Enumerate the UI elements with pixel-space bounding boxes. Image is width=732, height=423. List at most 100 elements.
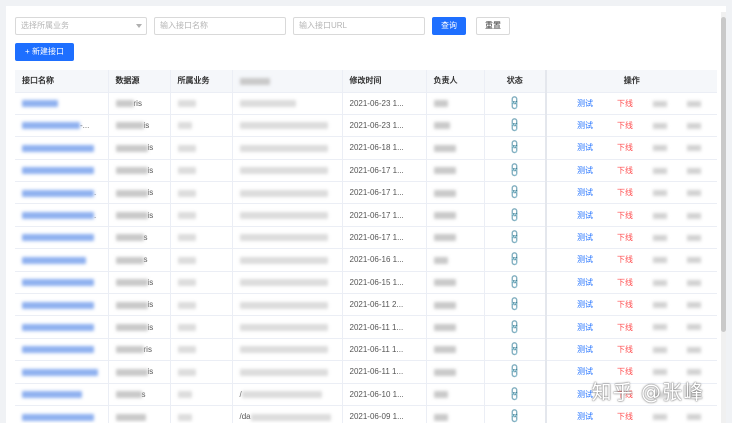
test-button[interactable]: 测试 — [577, 300, 593, 309]
delete-button[interactable] — [687, 100, 701, 107]
delete-button[interactable] — [687, 234, 701, 241]
link-icon[interactable]: 🔗 — [506, 229, 523, 246]
test-button[interactable]: 测试 — [577, 143, 593, 152]
test-button[interactable]: 测试 — [577, 390, 593, 399]
edit-button[interactable] — [653, 167, 667, 174]
link-icon[interactable]: 🔗 — [506, 117, 523, 134]
link-icon[interactable]: 🔗 — [506, 319, 523, 336]
link-icon[interactable]: 🔗 — [506, 274, 523, 291]
cell-name[interactable] — [15, 159, 109, 183]
edit-button[interactable] — [653, 369, 667, 376]
offline-button[interactable]: 下线 — [617, 412, 633, 421]
cell-status[interactable]: 🔗 — [484, 92, 547, 115]
delete-button[interactable] — [687, 302, 701, 309]
reset-button[interactable]: 重置 — [476, 17, 510, 35]
offline-button[interactable]: 下线 — [617, 278, 633, 287]
delete-button[interactable] — [687, 167, 701, 174]
vertical-scrollbar[interactable] — [721, 12, 726, 423]
cell-name[interactable] — [15, 338, 109, 362]
test-button[interactable]: 测试 — [577, 255, 593, 264]
edit-button[interactable] — [653, 279, 667, 286]
cell-name[interactable] — [15, 271, 109, 295]
link-icon[interactable]: 🔗 — [506, 341, 523, 358]
offline-button[interactable]: 下线 — [617, 323, 633, 332]
edit-button[interactable] — [653, 234, 667, 241]
link-icon[interactable]: 🔗 — [506, 364, 523, 381]
test-button[interactable]: 测试 — [577, 233, 593, 242]
offline-button[interactable]: 下线 — [617, 233, 633, 242]
cell-name[interactable] — [15, 226, 109, 250]
test-button[interactable]: 测试 — [577, 412, 593, 421]
edit-button[interactable] — [653, 100, 667, 107]
test-button[interactable]: 测试 — [577, 166, 593, 175]
test-button[interactable]: 测试 — [577, 345, 593, 354]
cell-status[interactable]: 🔗 — [484, 271, 547, 295]
link-icon[interactable]: 🔗 — [506, 162, 523, 179]
edit-button[interactable] — [653, 190, 667, 197]
edit-button[interactable] — [653, 212, 667, 219]
edit-button[interactable] — [653, 302, 667, 309]
cell-name[interactable] — [15, 248, 109, 272]
edit-button[interactable] — [653, 122, 667, 129]
delete-button[interactable] — [687, 346, 701, 353]
delete-button[interactable] — [687, 145, 701, 152]
url-input[interactable]: 输入接口URL — [293, 17, 425, 35]
delete-button[interactable] — [687, 369, 701, 376]
link-icon[interactable]: 🔗 — [506, 386, 523, 403]
cell-name[interactable]: . — [15, 181, 109, 205]
business-select[interactable]: 选择所属业务 — [15, 17, 147, 35]
link-icon[interactable]: 🔗 — [506, 252, 523, 269]
link-icon[interactable]: 🔗 — [506, 296, 523, 313]
edit-button[interactable] — [653, 346, 667, 353]
link-icon[interactable]: 🔗 — [506, 184, 523, 201]
offline-button[interactable]: 下线 — [617, 211, 633, 220]
edit-button[interactable] — [653, 257, 667, 264]
test-button[interactable]: 测试 — [577, 211, 593, 220]
delete-button[interactable] — [687, 324, 701, 331]
edit-button[interactable] — [653, 145, 667, 152]
cell-name[interactable] — [15, 315, 109, 339]
offline-button[interactable]: 下线 — [617, 166, 633, 175]
cell-name[interactable] — [15, 360, 109, 384]
test-button[interactable]: 测试 — [577, 278, 593, 287]
edit-button[interactable] — [653, 324, 667, 331]
test-button[interactable]: 测试 — [577, 367, 593, 376]
delete-button[interactable] — [687, 212, 701, 219]
link-icon[interactable]: 🔗 — [506, 408, 523, 423]
delete-button[interactable] — [687, 279, 701, 286]
new-api-button[interactable]: + 新建接口 — [15, 43, 74, 61]
delete-button[interactable] — [687, 190, 701, 197]
scrollbar-thumb[interactable] — [721, 17, 726, 332]
delete-button[interactable] — [687, 257, 701, 264]
offline-button[interactable]: 下线 — [617, 255, 633, 264]
offline-button[interactable]: 下线 — [617, 143, 633, 152]
offline-button[interactable]: 下线 — [617, 300, 633, 309]
test-button[interactable]: 测试 — [577, 121, 593, 130]
cell-status[interactable]: 🔗 — [484, 159, 547, 183]
test-button[interactable]: 测试 — [577, 99, 593, 108]
cell-status[interactable]: 🔗 — [484, 136, 547, 160]
cell-status[interactable]: 🔗 — [484, 338, 547, 362]
link-icon[interactable]: 🔗 — [506, 140, 523, 157]
delete-button[interactable] — [687, 122, 701, 129]
test-button[interactable]: 测试 — [577, 323, 593, 332]
cell-status[interactable]: 🔗 — [484, 114, 547, 138]
offline-button[interactable]: 下线 — [617, 121, 633, 130]
cell-name[interactable] — [15, 293, 109, 317]
cell-name[interactable] — [15, 383, 109, 406]
delete-button[interactable] — [687, 414, 701, 421]
edit-button[interactable] — [653, 414, 667, 421]
cell-name[interactable] — [15, 136, 109, 160]
cell-status[interactable]: 🔗 — [484, 315, 547, 339]
test-button[interactable]: 测试 — [577, 188, 593, 197]
cell-name[interactable]: -... — [15, 114, 109, 138]
cell-status[interactable]: 🔗 — [484, 248, 547, 272]
link-icon[interactable]: 🔗 — [506, 95, 523, 112]
cell-name[interactable] — [15, 92, 109, 115]
link-icon[interactable]: 🔗 — [506, 207, 523, 224]
query-button[interactable]: 查询 — [432, 17, 466, 35]
offline-button[interactable]: 下线 — [617, 188, 633, 197]
offline-button[interactable]: 下线 — [617, 99, 633, 108]
api-name-input[interactable]: 输入接口名称 — [154, 17, 286, 35]
cell-name[interactable] — [15, 405, 109, 423]
